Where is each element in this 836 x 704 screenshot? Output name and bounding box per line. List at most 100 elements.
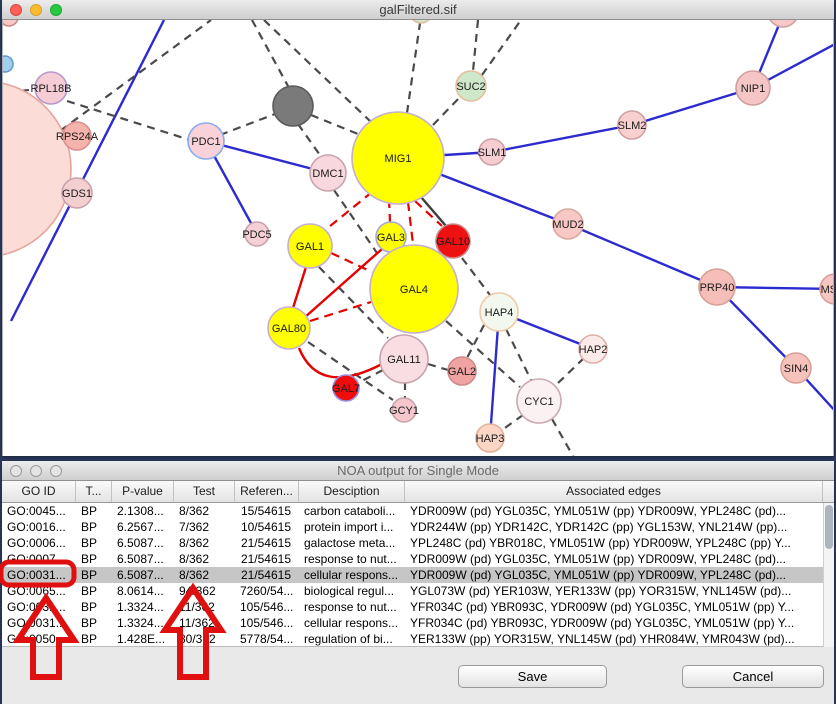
column-header-pvalue[interactable]: P-value [112,481,174,502]
table-cell: BP [76,535,112,551]
table-cell: BP [76,615,112,631]
table-cell: 7260/54... [235,583,299,599]
network-window: galFiltered.sif RPL18BRPS24AGDS1PDC1DMC1… [2,0,834,456]
table-cell: GO:0045... [2,503,76,519]
column-header-associatededges[interactable]: Associated edges [405,481,823,502]
table-cell: YDR009W (pd) YGL035C, YML051W (pp) YDR00… [405,551,823,567]
graph-edge[interactable] [557,358,584,384]
graph-node-label: PDC5 [242,229,271,241]
close-button[interactable] [10,465,22,477]
table-row[interactable]: GO:0007...BP6.5087...8/36221/54615respon… [2,551,823,567]
table-cell: BP [76,503,112,519]
graph-edge[interactable] [407,23,420,113]
column-header-test[interactable]: Test [174,481,235,502]
table-cell: carbon cataboli... [299,503,405,519]
table-row[interactable]: GO:0016...BP6.2567...7/36210/54615protei… [2,519,823,535]
minimize-button[interactable] [30,4,42,16]
close-button[interactable] [10,4,22,16]
graph-node-label: PDC1 [191,136,220,148]
graph-node-gray-node[interactable] [273,86,313,126]
noa-window-titlebar[interactable]: NOA output for Single Mode [2,461,834,481]
graph-edge[interactable] [293,267,306,308]
minimize-button[interactable] [30,465,42,477]
table-row[interactable]: GO:0031...BP6.5087...8/36221/54615cellul… [2,567,823,583]
graph-node-label: MSL1 [821,284,834,296]
network-window-titlebar[interactable]: galFiltered.sif [2,0,834,20]
table-row[interactable]: GO:0006...BP6.5087...8/36221/54615galact… [2,535,823,551]
graph-node-label: GAL11 [387,354,420,366]
graph-node-label: SLM1 [478,147,507,159]
graph-edge[interactable] [408,202,413,244]
graph-edge[interactable] [473,20,478,71]
graph-node-label: HAP2 [579,344,608,356]
vertical-scrollbar[interactable] [823,503,834,647]
table-cell: 6.2567... [112,519,174,535]
graph-node-label: SIN4 [784,363,808,375]
network-canvas[interactable]: RPL18BRPS24AGDS1PDC1DMC1MIG1SUC2SLM1SLM2… [2,20,834,456]
graph-edge[interactable] [462,258,490,295]
table-row[interactable]: GO:0045...BP2.1308...8/36215/54615carbon… [2,503,823,519]
table-cell: YDR244W (pp) YDR142C, YDR142C (pp) YGL15… [405,519,823,535]
graph-edge[interactable] [492,125,632,152]
graph-edge[interactable] [324,192,372,231]
graph-edge[interactable] [502,415,523,430]
graph-node-clip-top-right[interactable] [768,20,798,27]
table-cell: 21/54615 [235,535,299,551]
table-cell: 105/546... [235,615,299,631]
table-cell: BP [76,631,112,647]
graph-edge[interactable] [433,97,460,125]
graph-node-clip-top-green[interactable] [409,20,433,23]
graph-edge[interactable] [311,115,358,134]
table-row[interactable]: GO:0065...BP8.0614...94/3627260/54...bio… [2,583,823,599]
table-cell: GO:0031... [2,567,76,583]
graph-edge[interactable] [49,20,211,139]
table-cell: cellular respons... [299,567,405,583]
graph-edge[interactable] [482,20,521,75]
column-header-desciption[interactable]: Desciption [299,481,405,502]
graph-node-label: GAL2 [448,366,476,378]
cancel-button[interactable]: Cancel [682,665,824,688]
graph-node-clip-left-blue[interactable] [3,56,13,72]
table-cell: GO:0007... [2,551,76,567]
noa-window-title: NOA output for Single Mode [337,463,499,478]
graph-node-big-left[interactable] [3,81,71,257]
table-cell: YFR034C (pd) YBR093C, YDR009W (pd) YGL03… [405,615,823,631]
column-header-t[interactable]: T... [76,481,112,502]
graph-edge[interactable] [568,224,717,287]
graph-edge[interactable] [298,124,322,158]
column-header-referen[interactable]: Referen... [235,481,299,502]
table-row[interactable]: GO:0031...BP1.3324...11/362105/546...res… [2,599,823,615]
table-cell: 11/362 [174,599,235,615]
graph-edge[interactable] [220,114,275,135]
table-cell: BP [76,519,112,535]
table-cell: 1.3324... [112,599,174,615]
table-cell: 8/362 [174,535,235,551]
graph-edge[interactable] [421,197,446,226]
column-header-goid[interactable]: GO ID [2,481,76,502]
graph-edge[interactable] [506,329,532,382]
table-row[interactable]: GO:0031...BP1.3324...11/362105/546...cel… [2,615,823,631]
table-cell: response to nut... [299,599,405,615]
table-body: GO:0045...BP2.1308...8/36215/54615carbon… [2,503,823,647]
graph-edge[interactable] [299,348,382,377]
table-cell: 6.5087... [112,535,174,551]
table-row[interactable]: GO:0050...BP1.428E...80/3625778/54...reg… [2,631,823,647]
graph-edge[interactable] [632,88,753,125]
graph-edge[interactable] [252,20,288,86]
table-cell: response to nut... [299,551,405,567]
graph-edge[interactable] [206,141,328,173]
table-cell: 94/362 [174,583,235,599]
graph-edge[interactable] [428,364,448,370]
zoom-button[interactable] [50,465,62,477]
table-cell: 21/54615 [235,567,299,583]
save-button[interactable]: Save [458,665,607,688]
graph-edge[interactable] [334,190,377,253]
graph-node-label: CYC1 [524,396,553,408]
zoom-button[interactable] [50,4,62,16]
graph-node-label: SUC2 [456,81,485,93]
table-cell: BP [76,599,112,615]
graph-edge[interactable] [552,419,573,456]
table-cell: protein import i... [299,519,405,535]
graph-node-clip-top-left[interactable] [3,20,18,26]
scrollbar-thumb[interactable] [825,505,833,549]
